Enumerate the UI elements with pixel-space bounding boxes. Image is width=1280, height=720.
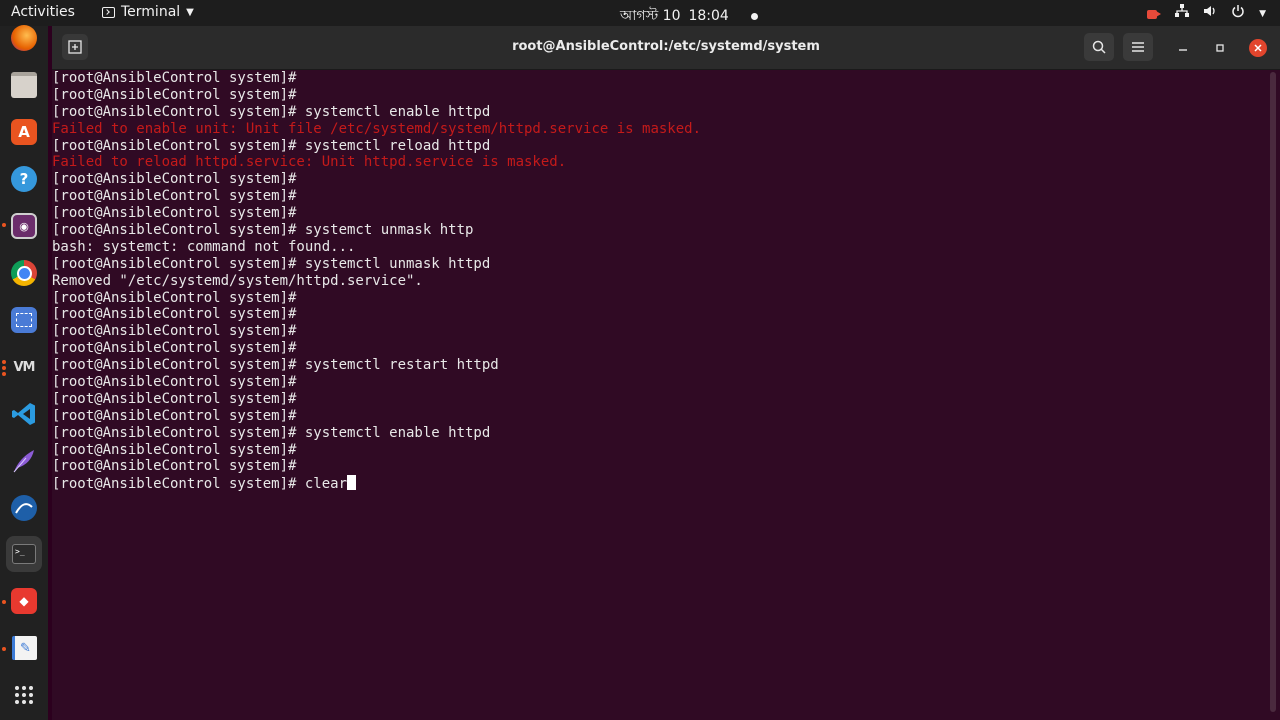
minimize-button[interactable] <box>1174 39 1192 57</box>
app-grid-icon <box>15 686 33 704</box>
terminal-line: [root@AnsibleControl system]# <box>52 86 297 103</box>
chevron-down-icon: ▼ <box>186 6 194 18</box>
terminal-line: [root@AnsibleControl system]# systemctl … <box>52 255 491 272</box>
command-input[interactable]: clear <box>305 476 347 492</box>
current-prompt-line[interactable]: [root@AnsibleControl system]# clear <box>52 475 1264 492</box>
text-editor-icon: ✎ <box>11 636 37 660</box>
terminal-line: [root@AnsibleControl system]# <box>52 289 297 306</box>
anydesk-icon: ◆ <box>11 588 37 614</box>
tray-chevron-down-icon[interactable]: ▼ <box>1259 6 1266 22</box>
notification-dot-icon <box>750 12 758 20</box>
dock-wave[interactable] <box>6 490 42 526</box>
firefox-icon <box>11 25 37 51</box>
terminal-line: [root@AnsibleControl system]# <box>52 340 297 357</box>
terminal-line: bash: systemct: command not found... <box>52 238 356 255</box>
power-icon[interactable] <box>1231 4 1245 23</box>
dock-vm[interactable]: VM <box>6 349 42 385</box>
dock-vscode[interactable] <box>6 396 42 432</box>
terminal-line: [root@AnsibleControl system]# <box>52 70 297 86</box>
menu-button[interactable] <box>1123 33 1153 61</box>
help-icon: ? <box>11 166 37 192</box>
header-bar: root@AnsibleControl:/etc/systemd/system <box>52 26 1280 70</box>
vscode-icon <box>12 403 35 425</box>
terminal-line: [root@AnsibleControl system]# <box>52 188 297 205</box>
minimize-icon <box>1179 49 1187 51</box>
feather-icon <box>13 450 34 473</box>
dock-terminal[interactable]: >_ <box>6 536 42 572</box>
dock-help[interactable]: ? <box>6 161 42 197</box>
error-line: Failed to reload httpd.service: Unit htt… <box>52 154 567 171</box>
terminal-line: [root@AnsibleControl system]# <box>52 205 297 222</box>
terminal-output[interactable]: [root@AnsibleControl system]# [root@Ansib… <box>52 70 1264 720</box>
dock-feather[interactable] <box>6 443 42 479</box>
terminal-line: [root@AnsibleControl system]# <box>52 171 297 188</box>
app-menu[interactable]: Terminal ▼ <box>102 4 194 20</box>
terminal-icon: >_ <box>12 544 36 564</box>
close-button[interactable] <box>1249 39 1267 57</box>
maximize-button[interactable] <box>1211 39 1229 57</box>
clock-time: 18:04 <box>688 8 729 24</box>
terminal-line: [root@AnsibleControl system]# <box>52 441 297 458</box>
vm-icon: VM <box>13 359 36 375</box>
terminal-line: [root@AnsibleControl system]# systemctl … <box>52 103 491 120</box>
wave-icon <box>11 495 37 521</box>
app-menu-label: Terminal <box>121 4 181 20</box>
system-tray[interactable]: ▼ <box>1147 4 1266 23</box>
terminal-line: [root@AnsibleControl system]# systemctl … <box>52 357 499 374</box>
terminal-app-icon <box>102 6 115 18</box>
files-icon <box>11 72 37 98</box>
terminal-line: Removed "/etc/systemd/system/httpd.servi… <box>52 272 423 289</box>
terminal-line: [root@AnsibleControl system]# <box>52 407 297 424</box>
scrollbar[interactable] <box>1270 72 1276 712</box>
dock-app-grid[interactable] <box>6 677 42 713</box>
terminal-line: [root@AnsibleControl system]# systemctl … <box>52 137 491 154</box>
error-line: Failed to enable unit: Unit file /etc/sy… <box>52 120 702 137</box>
terminal-line: [root@AnsibleControl system]# <box>52 390 297 407</box>
dock-chrome[interactable] <box>6 255 42 291</box>
close-icon <box>1254 44 1262 52</box>
prompt-text: [root@AnsibleControl system]# <box>52 476 305 493</box>
search-icon <box>1092 40 1106 54</box>
volume-icon[interactable] <box>1203 4 1217 23</box>
dock: A ? ◉ VM >_ ◆ ✎ <box>0 25 48 720</box>
dock-firefox[interactable] <box>6 20 42 56</box>
terminal-line: [root@AnsibleControl system]# <box>52 458 297 475</box>
screen-record-icon[interactable] <box>1147 9 1162 19</box>
media-icon: ◉ <box>11 213 37 239</box>
software-center-icon: A <box>11 119 37 145</box>
terminal-line: [root@AnsibleControl system]# <box>52 323 297 340</box>
dock-anydesk[interactable]: ◆ <box>6 583 42 619</box>
terminal-line: [root@AnsibleControl system]# <box>52 374 297 391</box>
hamburger-icon <box>1132 42 1144 52</box>
terminal-line: [root@AnsibleControl system]# systemctl … <box>52 424 491 441</box>
clock[interactable]: আগস্ট 10 18:04 <box>620 4 758 28</box>
clock-date: আগস্ট 10 <box>620 8 681 24</box>
dock-media[interactable]: ◉ <box>6 208 42 244</box>
terminal-line: [root@AnsibleControl system]# systemct u… <box>52 222 474 239</box>
terminal-window: root@AnsibleControl:/etc/systemd/system … <box>52 26 1280 720</box>
dock-text-editor[interactable]: ✎ <box>6 630 42 666</box>
terminal-line: [root@AnsibleControl system]# <box>52 306 297 323</box>
network-icon[interactable] <box>1175 4 1190 23</box>
maximize-icon <box>1216 44 1224 52</box>
text-cursor <box>347 475 357 491</box>
chrome-icon <box>11 260 37 286</box>
screenshot-icon <box>11 307 37 333</box>
dock-software[interactable]: A <box>6 114 42 150</box>
search-button[interactable] <box>1084 33 1114 61</box>
dock-screenshot[interactable] <box>6 302 42 338</box>
dock-files[interactable] <box>6 67 42 103</box>
activities-button[interactable]: Activities <box>11 4 75 20</box>
top-bar: Activities Terminal ▼ আগস্ট 10 18:04 ▼ <box>0 0 1280 26</box>
